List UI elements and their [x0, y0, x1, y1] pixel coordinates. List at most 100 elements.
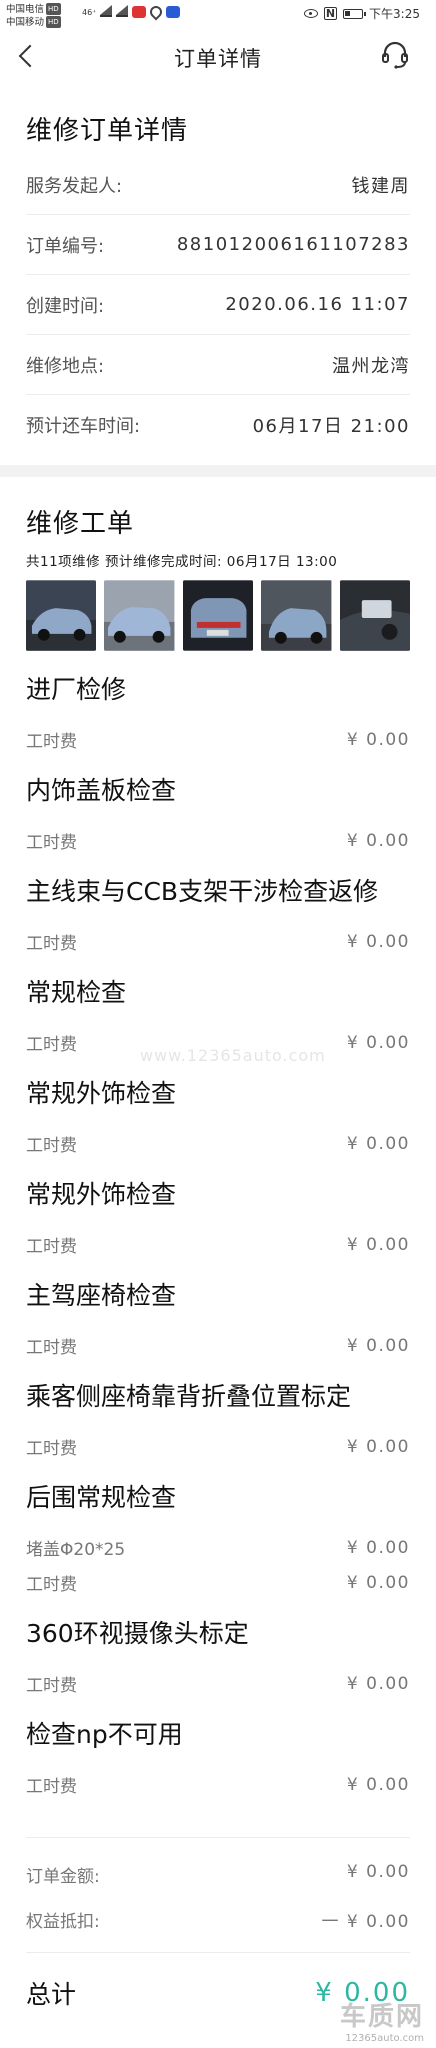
car-photo-5[interactable]: [339, 580, 411, 651]
work-order-section: 维修工单 共11项维修 预计维修完成时间: 06月17日 13:00 进厂检修 …: [0, 477, 436, 2011]
status-right: N 下午3:25: [303, 5, 420, 22]
nav-bar: 订单详情: [0, 30, 436, 88]
work-item: 乘客侧座椅靠背折叠位置标定 工时费 ¥ 0.00: [26, 1358, 410, 1459]
work-order-summary: 共11项维修 预计维修完成时间: 06月17日 13:00: [26, 554, 338, 570]
work-item-title: 进厂检修: [26, 675, 127, 704]
info-label: 预计还车时间:: [26, 416, 141, 437]
work-item: 常规检查 工时费 ¥ 0.00: [26, 954, 410, 1055]
work-item-title: 乘客侧座椅靠背折叠位置标定: [26, 1382, 352, 1411]
fee-label: 工时费: [26, 1575, 77, 1595]
work-item: 检查np不可用 工时费 ¥ 0.00: [26, 1696, 410, 1797]
fee-row: 工时费 ¥ 0.00: [26, 1333, 410, 1359]
fee-amount: ¥ 0.00: [346, 1133, 410, 1154]
logo-main-text: 车质网: [339, 2002, 424, 2032]
watermark: www.12365auto.com: [140, 1046, 326, 1065]
network-type: 46⁺: [82, 7, 97, 17]
fee-amount: ¥ 0.00: [346, 729, 410, 750]
totals-area: 订单金额: ¥ 0.00 权益抵扣: 一 ¥ 0.00 总计 ¥ 0.00: [26, 1837, 410, 2011]
info-row-initiator: 服务发起人: 钱建周: [26, 155, 410, 215]
car-photo-1[interactable]: [26, 580, 97, 651]
fee-label: 工时费: [26, 1676, 77, 1696]
customer-service-headset-icon[interactable]: [380, 40, 410, 70]
car-photo-3[interactable]: [182, 580, 254, 651]
info-row-return-time: 预计还车时间: 06月17日 21:00: [26, 395, 410, 455]
fee-amount: ¥ 0.00: [346, 1436, 410, 1457]
fee-amount: ¥ 0.00: [346, 1537, 410, 1558]
info-row-created-time: 创建时间: 2020.06.16 11:07: [26, 275, 410, 335]
work-item: 主线束与CCB支架干涉检查返修 工时费 ¥ 0.00: [26, 853, 410, 954]
fee-label: 工时费: [26, 1136, 77, 1156]
logo-sub-text: 12365auto.com: [345, 2033, 424, 2044]
car-photo-2[interactable]: [104, 580, 175, 651]
total-label: 总计: [26, 1980, 77, 2009]
work-item: 360环视摄像头标定 工时费 ¥ 0.00: [26, 1595, 410, 1696]
fee-row: 工时费 ¥ 0.00: [26, 1131, 410, 1157]
app-notification-icon-2: [166, 6, 181, 18]
fee-row: 工时费 ¥ 0.00: [26, 1671, 410, 1697]
work-item-title: 常规检查: [26, 978, 127, 1007]
info-label: 维修地点:: [26, 355, 105, 377]
fee-amount: ¥ 0.00: [346, 1335, 410, 1356]
fee-row: 工时费 ¥ 0.00: [26, 1570, 410, 1596]
fee-label: 工时费: [26, 833, 77, 853]
repair-order-section: 维修订单详情 服务发起人: 钱建周 订单编号: 8810120061611072…: [0, 88, 436, 455]
info-value: 06月17日 21:00: [252, 416, 410, 437]
work-item-title: 检查np不可用: [26, 1720, 183, 1749]
page-title: 订单详情: [174, 47, 262, 71]
signal-icon: [100, 5, 113, 17]
fee-amount: ¥ 0.00: [346, 1673, 410, 1694]
hd-badge-2: HD: [46, 16, 61, 28]
fee-label: 工时费: [26, 1439, 77, 1459]
info-value: 881012006161107283: [176, 234, 410, 255]
repair-order-rows: 服务发起人: 钱建周 订单编号: 881012006161107283 创建时间…: [26, 155, 410, 455]
app-notification-icon: [132, 6, 147, 18]
carrier-1: 中国电信: [6, 4, 45, 15]
fee-label: 工时费: [26, 1035, 77, 1055]
carrier-info: 中国电信 HD 中国移动 HD: [6, 3, 61, 29]
fee-row: 堵盖Φ20*25 ¥ 0.00: [26, 1535, 410, 1561]
status-bar: 中国电信 HD 中国移动 HD 46⁺ N 下午3:25: [0, 0, 436, 30]
fee-amount: ¥ 0.00: [346, 1572, 410, 1593]
work-item-title: 后围常规检查: [26, 1483, 177, 1512]
fee-label: 工时费: [26, 934, 77, 954]
location-icon: [147, 3, 165, 21]
info-value: 温州龙湾: [332, 355, 410, 377]
car-photo-4[interactable]: [261, 580, 332, 651]
info-label: 创建时间:: [26, 295, 105, 317]
fee-amount: ¥ 0.00: [346, 1234, 410, 1255]
work-order-title: 维修工单: [26, 509, 135, 539]
info-value: 钱建周: [351, 175, 410, 197]
info-row-order-number: 订单编号: 881012006161107283: [26, 215, 410, 275]
eye-icon: [303, 9, 318, 18]
work-item-title: 360环视摄像头标定: [26, 1619, 249, 1648]
work-item-title: 常规外饰检查: [26, 1079, 177, 1108]
work-item: 进厂检修 工时费 ¥ 0.00: [26, 651, 410, 752]
carrier-2: 中国移动: [6, 17, 45, 28]
work-item-title: 内饰盖板检查: [26, 776, 177, 805]
battery-icon: [343, 8, 367, 19]
hd-badge: HD: [46, 3, 61, 15]
discount-row: 权益抵扣: 一 ¥ 0.00: [26, 1907, 410, 1932]
signal-icon-2: [116, 5, 129, 17]
order-amount-value: ¥ 0.00: [346, 1862, 410, 1882]
fee-label: 堵盖Φ20*25: [26, 1540, 126, 1560]
fee-row: 工时费 ¥ 0.00: [26, 1434, 410, 1460]
work-item: 后围常规检查 堵盖Φ20*25 ¥ 0.00 工时费 ¥ 0.00: [26, 1459, 410, 1595]
site-logo: 车质网 12365auto.com: [340, 1996, 424, 2044]
fee-amount: ¥ 0.00: [346, 1032, 410, 1053]
work-item: 常规外饰检查 工时费 ¥ 0.00: [26, 1055, 410, 1156]
work-item-title: 主线束与CCB支架干涉检查返修: [26, 877, 379, 906]
info-label: 服务发起人:: [26, 175, 123, 197]
fee-amount: ¥ 0.00: [346, 830, 410, 851]
info-label: 订单编号:: [26, 235, 105, 257]
work-item: 常规外饰检查 工时费 ¥ 0.00: [26, 1156, 410, 1257]
nfc-icon: N: [323, 7, 338, 20]
fee-label: 工时费: [26, 1777, 77, 1797]
photo-strip: [26, 580, 411, 651]
fee-label: 工时费: [26, 732, 77, 752]
info-value: 2020.06.16 11:07: [225, 294, 410, 315]
fee-row: 工时费 ¥ 0.00: [26, 727, 410, 753]
work-item-title: 常规外饰检查: [26, 1180, 177, 1209]
fee-amount: ¥ 0.00: [346, 931, 410, 952]
work-item: 主驾座椅检查 工时费 ¥ 0.00: [26, 1257, 410, 1358]
